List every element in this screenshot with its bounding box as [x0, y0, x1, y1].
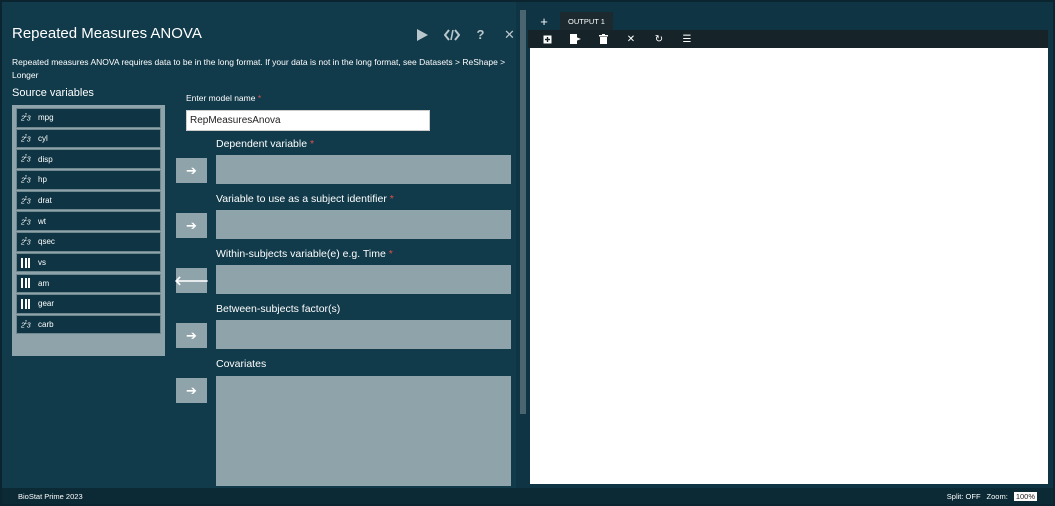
- refresh-icon[interactable]: ↻: [652, 32, 666, 46]
- move-to-dependent-button[interactable]: ➔: [176, 158, 207, 183]
- tab-output-1[interactable]: OUTPUT 1: [560, 12, 613, 30]
- scale-icon: 213: [21, 175, 31, 185]
- list-item[interactable]: 213 mpg: [16, 108, 161, 128]
- list-item[interactable]: 213 wt: [16, 211, 161, 231]
- move-to-between-button[interactable]: ➔: [176, 323, 207, 348]
- source-variables-label: Source variables: [12, 87, 94, 99]
- required-mark: *: [257, 93, 262, 103]
- move-from-within-button[interactable]: 🡐: [174, 268, 209, 293]
- scale-icon: 213: [21, 195, 31, 206]
- within-subjects-target[interactable]: [216, 265, 511, 294]
- delete-icon[interactable]: [596, 32, 610, 46]
- dialog-title: Repeated Measures ANOVA: [12, 25, 202, 42]
- scale-icon: 213: [21, 113, 31, 123]
- scale-icon: 213: [21, 133, 31, 144]
- split-status[interactable]: Split: OFF: [947, 492, 981, 501]
- output-area[interactable]: [530, 48, 1048, 484]
- variable-name: gear: [38, 299, 55, 309]
- help-icon[interactable]: ?: [472, 26, 489, 43]
- clear-icon[interactable]: ✕: [624, 32, 638, 46]
- required-mark: *: [388, 248, 393, 260]
- panel-splitter[interactable]: [520, 10, 526, 414]
- model-name-label: Enter model name *: [186, 93, 262, 103]
- close-icon[interactable]: ✕: [501, 26, 518, 43]
- variable-name: mpg: [38, 113, 54, 123]
- scale-icon: 213: [21, 237, 31, 247]
- export-icon[interactable]: [568, 32, 582, 46]
- between-subjects-target[interactable]: [216, 320, 511, 349]
- list-item[interactable]: 213 cyl: [16, 128, 161, 149]
- covariates-target[interactable]: [216, 376, 511, 486]
- subject-identifier-label: Variable to use as a subject identifier …: [216, 193, 394, 205]
- required-mark: *: [310, 138, 315, 150]
- within-subjects-label: Within-subjects variable(e) e.g. Time *: [216, 248, 393, 260]
- list-item[interactable]: gear: [16, 294, 161, 314]
- move-to-subject-button[interactable]: ➔: [176, 213, 207, 238]
- zoom-value[interactable]: 100%: [1013, 491, 1037, 501]
- output-panel: + OUTPUT 1 ✕ ↻ ☰: [528, 2, 1053, 486]
- list-item[interactable]: 213 hp: [16, 170, 161, 190]
- variable-name: vs: [38, 258, 46, 268]
- factor-bars-icon: [21, 298, 33, 309]
- scale-icon: 213: [21, 154, 31, 164]
- dialog-panel: Repeated Measures ANOVA ? ✕ Repeated mea…: [2, 2, 516, 488]
- source-variables-list[interactable]: 213 mpg 213 cyl 213 disp 213 hp 213 drat 213 wt 213 q…: [12, 105, 165, 356]
- output-tabbar: + OUTPUT 1: [528, 12, 1048, 30]
- between-subjects-label: Between-subjects factor(s): [216, 303, 341, 315]
- list-item[interactable]: 213 qsec: [16, 232, 161, 252]
- run-icon[interactable]: [414, 26, 431, 43]
- variable-name: wt: [38, 216, 46, 226]
- dialog-toolbar: ? ✕: [414, 26, 518, 43]
- factor-bars-icon: [21, 278, 33, 289]
- scale-icon: 213: [21, 319, 31, 330]
- move-to-covariates-button[interactable]: ➔: [176, 378, 207, 403]
- info-text: Repeated measures ANOVA requires data to…: [12, 57, 506, 80]
- subject-identifier-target[interactable]: [216, 210, 511, 239]
- list-item[interactable]: 213 disp: [16, 149, 161, 169]
- zoom-label: Zoom:: [986, 491, 1008, 501]
- list-item[interactable]: am: [16, 273, 161, 293]
- variable-name: carb: [38, 320, 54, 330]
- model-name-input[interactable]: [186, 110, 430, 131]
- variable-name: am: [38, 278, 50, 288]
- variable-name: drat: [38, 196, 52, 205]
- variable-name: disp: [38, 154, 53, 164]
- list-item[interactable]: vs: [16, 252, 161, 273]
- factor-bars-icon: [21, 257, 33, 268]
- list-icon[interactable]: ☰: [680, 32, 694, 46]
- list-item[interactable]: 213 carb: [16, 314, 161, 335]
- add-tab-icon[interactable]: +: [528, 12, 560, 30]
- variable-name: hp: [38, 175, 47, 185]
- required-mark: *: [389, 193, 394, 205]
- list-item[interactable]: 213 drat: [16, 190, 161, 211]
- variable-name: cyl: [38, 133, 48, 143]
- variable-name: qsec: [38, 237, 55, 247]
- dependent-variable-label: Dependent variable *: [216, 138, 315, 150]
- code-icon[interactable]: [443, 26, 460, 43]
- dependent-variable-target[interactable]: [216, 155, 511, 184]
- output-toolbar: ✕ ↻ ☰: [528, 30, 1048, 48]
- add-output-icon[interactable]: [540, 32, 554, 46]
- scale-icon: 213: [21, 216, 31, 226]
- status-bar: BioStat Prime 2023 Split: OFF Zoom: 100%: [2, 488, 1053, 504]
- app-name: BioStat Prime 2023: [18, 491, 83, 501]
- covariates-label: Covariates: [216, 358, 267, 370]
